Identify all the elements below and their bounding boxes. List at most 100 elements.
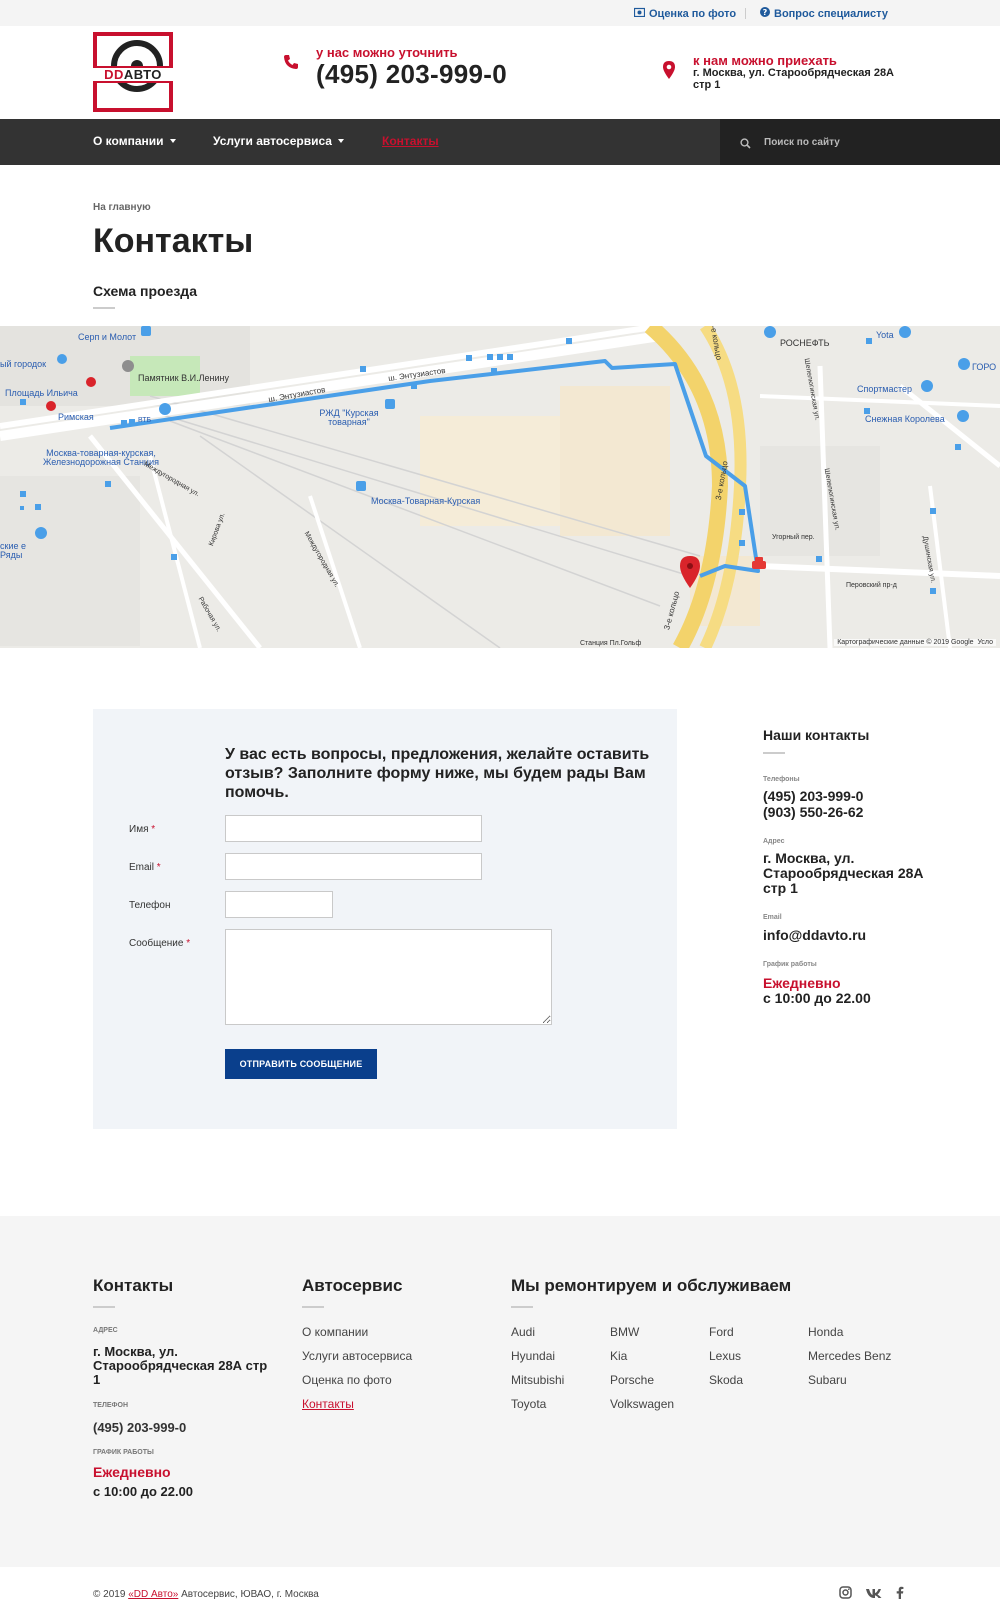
camera-icon	[633, 7, 646, 20]
email-input[interactable]	[225, 853, 482, 880]
map-label: ГОРО	[972, 362, 997, 372]
vk-icon[interactable]	[865, 1586, 882, 1604]
title-underline	[93, 307, 115, 309]
topbar-divider	[745, 8, 746, 19]
footer-title-underline	[93, 1306, 115, 1308]
footer-address-label: АДРЕС	[93, 1327, 118, 1334]
header-phone[interactable]: (495) 203-999-0	[316, 59, 507, 90]
brand-link[interactable]: Hyundai	[511, 1349, 555, 1363]
phone-icon	[283, 54, 299, 75]
breadcrumb-home[interactable]: На главную	[93, 202, 151, 213]
facebook-icon[interactable]	[896, 1586, 904, 1604]
contacts-address-label: Адрес	[763, 838, 785, 845]
contacts-hours-days: Ежедневно	[763, 975, 841, 991]
specialist-question-link[interactable]: ? Вопрос специалисту	[760, 7, 888, 20]
top-bar: Оценка по фото ? Вопрос специалисту	[0, 0, 1000, 26]
footer-link-photo-eval[interactable]: Оценка по фото	[302, 1373, 392, 1387]
contacts-phone-2[interactable]: (903) 550-26-62	[763, 805, 963, 820]
map-label: ские е Ряды	[0, 541, 26, 560]
header-phone-label: у нас можно уточнить	[316, 45, 458, 60]
contacts-email-label: Email	[763, 914, 782, 921]
phone-label: Телефон	[129, 900, 171, 911]
logo-wordmark: DD АВТО	[93, 66, 173, 83]
map-label: Снежная Королева	[865, 414, 945, 424]
message-textarea[interactable]	[225, 929, 552, 1025]
brand-link[interactable]: Kia	[610, 1349, 627, 1363]
map-label: Москва-Товарная-Курская	[371, 496, 481, 506]
brand-link[interactable]: Mitsubishi	[511, 1373, 564, 1387]
footer-title-underline	[302, 1306, 324, 1308]
footer-service-title: Автосервис	[302, 1276, 403, 1295]
photo-eval-link[interactable]: Оценка по фото	[633, 7, 737, 20]
nav-item-contacts[interactable]: Контакты	[382, 134, 439, 148]
footer-brands-title: Мы ремонтируем и обслуживаем	[511, 1276, 792, 1295]
brand-link[interactable]: Lexus	[709, 1349, 741, 1363]
search-box	[720, 119, 1000, 165]
brand-link[interactable]: Subaru	[808, 1373, 847, 1387]
footer-link-about[interactable]: О компании	[302, 1325, 368, 1339]
specialist-question-label: Вопрос специалисту	[774, 7, 888, 20]
nav-item-about[interactable]: О компании	[93, 134, 176, 148]
map-label: Площадь Ильича	[5, 388, 78, 398]
contacts-hours-time: с 10:00 до 22.00	[763, 990, 871, 1006]
nav-item-services[interactable]: Услуги автосервиса	[213, 134, 344, 148]
brand-link[interactable]: Volkswagen	[610, 1397, 674, 1411]
submit-button[interactable]: ОТПРАВИТЬ СООБЩЕНИЕ	[225, 1049, 377, 1079]
contacts-title-underline	[763, 752, 785, 754]
search-icon[interactable]	[740, 136, 751, 154]
map-section-title: Схема проезда	[93, 283, 197, 299]
copyright: © 2019 «DD Авто» Автосервис, ЮВАО, г. Мо…	[93, 1589, 319, 1600]
header-address: г. Москва, ул. Старообрядческая 28А стр …	[693, 67, 895, 91]
brand-link[interactable]: Audi	[511, 1325, 535, 1339]
map-label: Римская	[58, 412, 94, 422]
footer-phone-label: ТЕЛЕФОН	[93, 1402, 128, 1409]
footer	[0, 1216, 1000, 1567]
map-label: Угорный пер.	[772, 534, 815, 541]
search-input[interactable]	[764, 132, 984, 152]
map-label: Перовский пр-д	[846, 582, 897, 589]
brand-link[interactable]: Toyota	[511, 1397, 546, 1411]
map-label: Памятник В.И.Ленину	[138, 373, 229, 383]
footer-contacts-title: Контакты	[93, 1276, 174, 1295]
svg-text:?: ?	[763, 8, 768, 17]
footer-hours-time: с 10:00 до 22.00	[93, 1484, 194, 1499]
brand-link[interactable]: Mercedes Benz	[808, 1349, 891, 1363]
map-label: Станция Пл.Гольф	[580, 640, 642, 647]
map-attribution[interactable]: Картографические данные © 2019 Google Ус…	[834, 639, 996, 646]
map-label: ый городок	[0, 359, 47, 369]
footer-address: г. Москва, ул. Старообрядческая 28А стр …	[93, 1344, 268, 1387]
message-label: Сообщение *	[129, 938, 191, 949]
name-input[interactable]	[225, 815, 482, 842]
footer-phone[interactable]: (495) 203-999-0	[93, 1421, 273, 1435]
contacts-email[interactable]: info@ddavto.ru	[763, 928, 963, 943]
map-label: Yota	[876, 330, 894, 340]
email-label: Email *	[129, 862, 161, 873]
footer-link-contacts[interactable]: Контакты	[302, 1397, 354, 1411]
contacts-phone-1[interactable]: (495) 203-999-0	[763, 789, 963, 804]
form-heading: У вас есть вопросы, предложения, желайте…	[225, 746, 650, 801]
footer-title-underline	[511, 1306, 533, 1308]
brand-link[interactable]: Ford	[709, 1325, 734, 1339]
brand-link[interactable]: Porsche	[610, 1373, 654, 1387]
footer-hours-days: Ежедневно	[93, 1464, 171, 1480]
brand-link[interactable]: Honda	[808, 1325, 843, 1339]
map-label: РЖД "Курская товарная"	[319, 408, 379, 427]
map-label: Серп и Молот	[78, 332, 137, 342]
contacts-title: Наши контакты	[763, 727, 870, 743]
brand-link[interactable]: Skoda	[709, 1373, 743, 1387]
footer-link-services[interactable]: Услуги автосервиса	[302, 1349, 412, 1363]
header-address-label: к нам можно приехать	[693, 53, 837, 68]
caret-down-icon	[337, 139, 344, 143]
footer-hours-label: ГРАФИК РАБОТЫ	[93, 1449, 154, 1456]
photo-eval-label: Оценка по фото	[649, 7, 737, 20]
route-map[interactable]: Серп и Молот ый городок Памятник В.И.Лен…	[0, 326, 1000, 648]
contacts-address: г. Москва, ул. Старообрядческая 28А стр …	[763, 850, 924, 896]
brand-link[interactable]: BMW	[610, 1325, 639, 1339]
copyright-brand-link[interactable]: «DD Авто»	[128, 1589, 178, 1600]
logo[interactable]: DD АВТО	[93, 32, 173, 112]
phone-input[interactable]	[225, 891, 333, 918]
main-nav: О компании Услуги автосервиса Контакты	[0, 119, 1000, 165]
contacts-hours-label: График работы	[763, 961, 817, 968]
caret-down-icon	[169, 139, 176, 143]
instagram-icon[interactable]	[839, 1586, 852, 1604]
